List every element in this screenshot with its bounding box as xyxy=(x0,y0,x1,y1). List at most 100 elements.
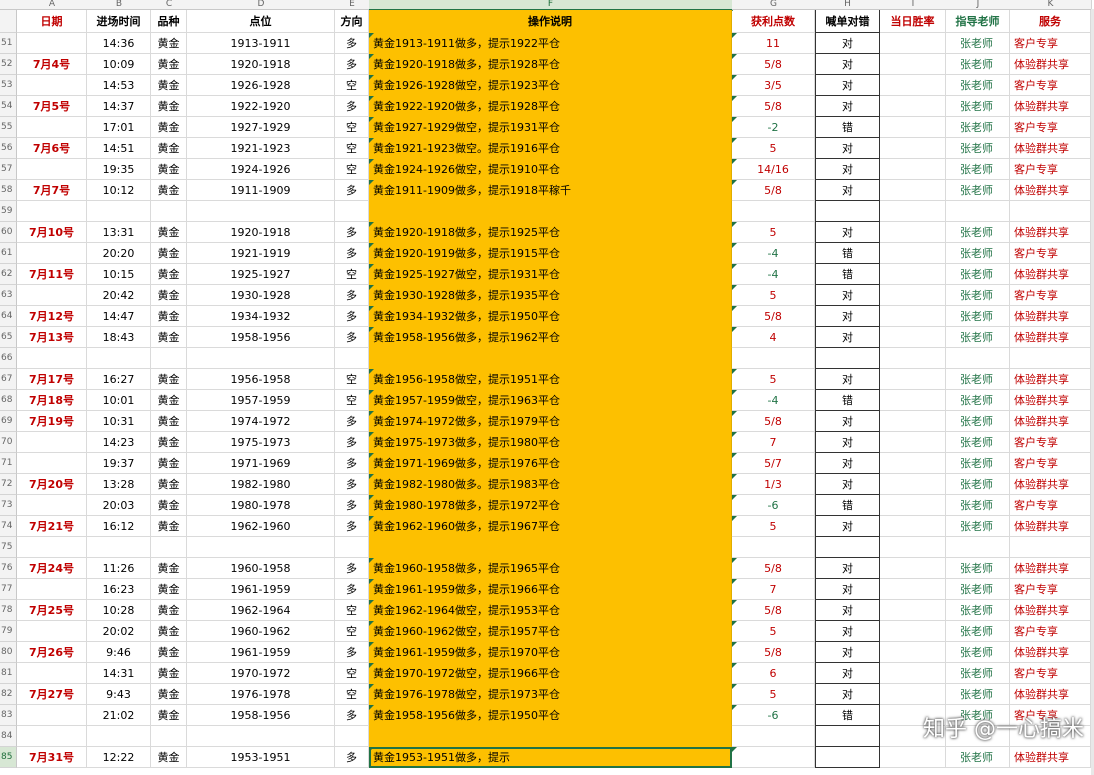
cell-profit-points[interactable]: -4 xyxy=(732,243,815,264)
cell-teacher[interactable]: 张老师 xyxy=(946,432,1010,453)
cell-service[interactable] xyxy=(1010,201,1091,222)
cell-win-rate[interactable] xyxy=(880,411,946,432)
row-header[interactable]: 51 xyxy=(0,33,17,54)
row-header[interactable]: 74 xyxy=(0,516,17,537)
cell-win-rate[interactable] xyxy=(880,138,946,159)
cell-profit-points[interactable] xyxy=(732,201,815,222)
cell-price-range[interactable]: 1958-1956 xyxy=(187,705,335,726)
cell-teacher[interactable]: 张老师 xyxy=(946,747,1010,768)
cell-direction[interactable] xyxy=(335,348,369,369)
cell-date[interactable] xyxy=(17,432,87,453)
cell-call-result[interactable]: 错 xyxy=(815,117,880,138)
cell-win-rate[interactable] xyxy=(880,369,946,390)
cell-direction[interactable]: 多 xyxy=(335,705,369,726)
cell-win-rate[interactable] xyxy=(880,747,946,768)
cell-direction[interactable]: 多 xyxy=(335,642,369,663)
cell-instrument[interactable]: 黄金 xyxy=(151,117,187,138)
row-header[interactable]: 67 xyxy=(0,369,17,390)
cell-price-range[interactable]: 1953-1951 xyxy=(187,747,335,768)
cell-date[interactable] xyxy=(17,117,87,138)
cell-date[interactable]: 7月20号 xyxy=(17,474,87,495)
cell-instruction[interactable]: 黄金1958-1956做多，提示1950平仓 xyxy=(369,705,732,726)
column-header-i[interactable]: I xyxy=(880,0,947,10)
cell-win-rate[interactable] xyxy=(880,474,946,495)
cell-instruction[interactable]: 黄金1920-1919做多，提示1915平仓 xyxy=(369,243,732,264)
cell-call-result[interactable]: 对 xyxy=(815,54,880,75)
cell-date[interactable] xyxy=(17,243,87,264)
row-header[interactable]: 72 xyxy=(0,474,17,495)
cell-instruction[interactable]: 黄金1961-1959做多，提示1966平仓 xyxy=(369,579,732,600)
cell-entry-time[interactable]: 10:09 xyxy=(87,54,151,75)
row-header[interactable]: 54 xyxy=(0,96,17,117)
cell-service[interactable]: 体验群共享 xyxy=(1010,264,1091,285)
cell-instruction[interactable]: 黄金1960-1958做多，提示1965平仓 xyxy=(369,558,732,579)
column-header-c[interactable]: C xyxy=(151,0,188,10)
cell-call-result[interactable]: 对 xyxy=(815,180,880,201)
row-header[interactable]: 61 xyxy=(0,243,17,264)
column-header-g[interactable]: G xyxy=(732,0,816,10)
cell-entry-time[interactable]: 9:46 xyxy=(87,642,151,663)
cell-teacher[interactable]: 张老师 xyxy=(946,180,1010,201)
cell-profit-points[interactable]: -6 xyxy=(732,495,815,516)
cell-service[interactable]: 体验群共享 xyxy=(1010,327,1091,348)
cell-instruction[interactable]: 黄金1960-1962做空，提示1957平仓 xyxy=(369,621,732,642)
cell-service[interactable]: 客户专享 xyxy=(1010,621,1091,642)
cell-date[interactable] xyxy=(17,159,87,180)
cell-service[interactable]: 体验群共享 xyxy=(1010,474,1091,495)
cell-teacher[interactable]: 张老师 xyxy=(946,327,1010,348)
cell-service[interactable]: 客户专享 xyxy=(1010,243,1091,264)
cell-call-result[interactable]: 对 xyxy=(815,222,880,243)
cell-entry-time[interactable]: 12:22 xyxy=(87,747,151,768)
cell-entry-time[interactable]: 10:31 xyxy=(87,411,151,432)
cell-profit-points[interactable]: 5/8 xyxy=(732,642,815,663)
cell-entry-time[interactable]: 11:26 xyxy=(87,558,151,579)
row-header[interactable]: 62 xyxy=(0,264,17,285)
cell-call-result[interactable] xyxy=(815,726,880,747)
cell-entry-time[interactable] xyxy=(87,537,151,558)
cell-price-range[interactable]: 1921-1923 xyxy=(187,138,335,159)
row-header[interactable]: 82 xyxy=(0,684,17,705)
row-header[interactable]: 70 xyxy=(0,432,17,453)
cell-service[interactable]: 体验群共享 xyxy=(1010,222,1091,243)
cell-price-range[interactable]: 1970-1972 xyxy=(187,663,335,684)
row-header[interactable]: 84 xyxy=(0,726,17,747)
cell-teacher[interactable]: 张老师 xyxy=(946,264,1010,285)
cell-service[interactable]: 客户专享 xyxy=(1010,285,1091,306)
cell-direction[interactable]: 多 xyxy=(335,432,369,453)
cell-price-range[interactable] xyxy=(187,348,335,369)
spreadsheet[interactable]: A B C D E F G H I J K 日期 进场时间 品种 点位 方向 操作说明 获利点数 喊单对错 当日胜率指… xyxy=(0,0,1094,775)
cell-win-rate[interactable] xyxy=(880,579,946,600)
cell-profit-points[interactable] xyxy=(732,747,815,768)
cell-date[interactable]: 7月10号 xyxy=(17,222,87,243)
cell-instrument[interactable]: 黄金 xyxy=(151,453,187,474)
cell-service[interactable]: 体验群共享 xyxy=(1010,411,1091,432)
cell-teacher[interactable]: 张老师 xyxy=(946,75,1010,96)
cell-date[interactable]: 7月19号 xyxy=(17,411,87,432)
cell-call-result[interactable]: 对 xyxy=(815,432,880,453)
cell-teacher[interactable]: 张老师 xyxy=(946,54,1010,75)
cell-service[interactable]: 客户专享 xyxy=(1010,495,1091,516)
cell-service[interactable]: 体验群共享 xyxy=(1010,747,1091,768)
cell-entry-time[interactable]: 14:47 xyxy=(87,306,151,327)
row-header[interactable]: 65 xyxy=(0,327,17,348)
cell-direction[interactable]: 空 xyxy=(335,264,369,285)
cell-teacher[interactable]: 张老师 xyxy=(946,390,1010,411)
cell-price-range[interactable] xyxy=(187,537,335,558)
cell-instruction[interactable]: 黄金1924-1926做空，提示1910平仓 xyxy=(369,159,732,180)
cell-teacher[interactable]: 张老师 xyxy=(946,663,1010,684)
cell-price-range[interactable]: 1962-1964 xyxy=(187,600,335,621)
cell-instrument[interactable]: 黄金 xyxy=(151,327,187,348)
cell-profit-points[interactable]: -4 xyxy=(732,390,815,411)
cell-profit-points[interactable]: -2 xyxy=(732,117,815,138)
cell-direction[interactable] xyxy=(335,726,369,747)
cell-teacher[interactable] xyxy=(946,537,1010,558)
cell-profit-points[interactable]: 4 xyxy=(732,327,815,348)
row-header[interactable]: 76 xyxy=(0,558,17,579)
row-header[interactable]: 57 xyxy=(0,159,17,180)
cell-service[interactable] xyxy=(1010,537,1091,558)
cell-price-range[interactable]: 1980-1978 xyxy=(187,495,335,516)
column-header-b[interactable]: B xyxy=(87,0,152,10)
cell-profit-points[interactable]: 5 xyxy=(732,138,815,159)
cell-direction[interactable]: 多 xyxy=(335,54,369,75)
cell-teacher[interactable]: 张老师 xyxy=(946,117,1010,138)
